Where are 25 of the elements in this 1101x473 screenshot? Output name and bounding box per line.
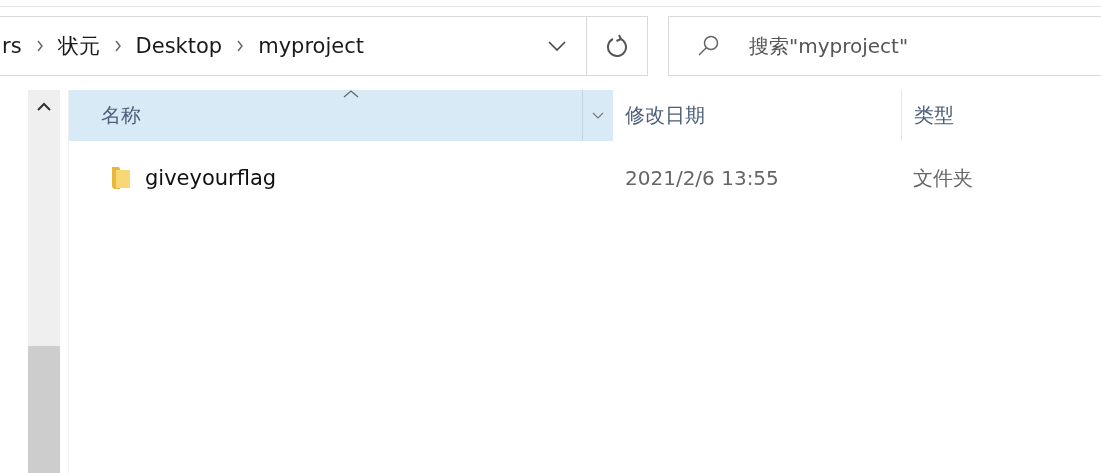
scroll-thumb[interactable] bbox=[28, 346, 60, 473]
refresh-icon bbox=[606, 34, 628, 58]
caret-icon bbox=[592, 112, 604, 119]
file-name[interactable]: giveyourflag bbox=[145, 166, 277, 190]
scrollbar[interactable] bbox=[28, 90, 60, 473]
breadcrumb-item[interactable]: Desktop bbox=[129, 34, 229, 58]
column-header[interactable]: 类型 bbox=[901, 90, 1101, 141]
breadcrumb-item[interactable]: rs bbox=[0, 34, 28, 58]
chevron-icon bbox=[113, 40, 122, 52]
folder-icon bbox=[111, 166, 131, 190]
sort-up-icon bbox=[343, 90, 359, 98]
chevron-icon bbox=[35, 40, 44, 52]
search-icon bbox=[696, 34, 720, 58]
column-header[interactable]: 修改日期 bbox=[613, 90, 901, 141]
modified-date: 2021/2/6 13:55 bbox=[625, 166, 779, 190]
dropdown-caret-icon[interactable] bbox=[548, 41, 566, 51]
breadcrumb-item[interactable]: 状元 bbox=[51, 32, 106, 60]
chevron-icon bbox=[236, 40, 245, 52]
refresh-button[interactable] bbox=[586, 16, 648, 76]
address-bar[interactable]: rs 状元 Desktop myproject bbox=[0, 16, 586, 76]
search-field[interactable]: 搜索"myproject" bbox=[668, 16, 1101, 76]
breadcrumb-item[interactable]: myproject bbox=[252, 34, 370, 58]
scroll-up-icon[interactable] bbox=[37, 102, 51, 111]
column-header[interactable]: 名称 bbox=[69, 90, 613, 141]
file-type: 文件夹 bbox=[913, 164, 973, 192]
